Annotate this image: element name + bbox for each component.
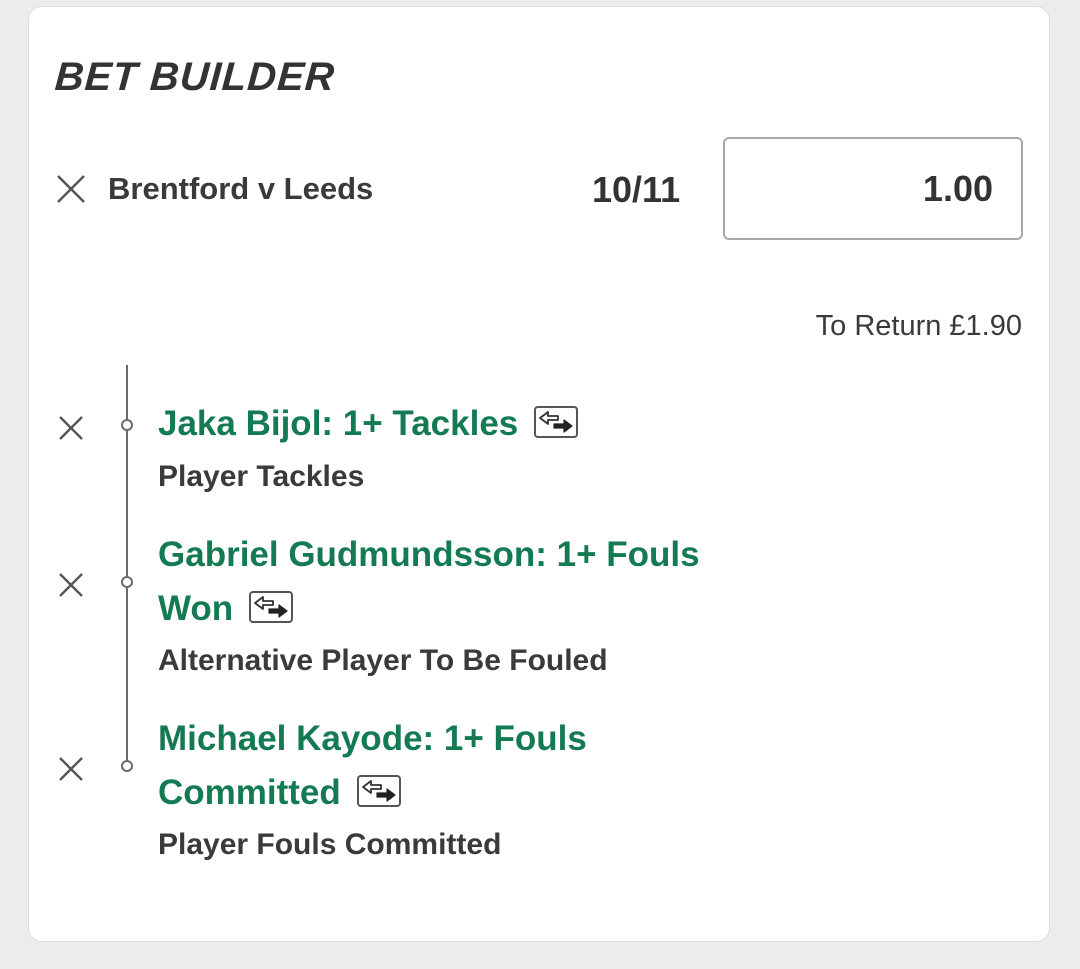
selection-title: Michael Kayode: 1+ Fouls Committed <box>158 712 758 820</box>
remove-match-close-icon[interactable] <box>55 173 87 205</box>
page-title: BET BUILDER <box>53 55 337 99</box>
swap-icon[interactable] <box>249 590 294 623</box>
remove-selection-close-icon[interactable] <box>57 414 85 442</box>
odds-value: 10/11 <box>592 169 681 210</box>
selection-title-text: Jaka Bijol: 1+ Tackles <box>158 404 519 443</box>
timeline-node <box>121 576 133 588</box>
remove-selection-close-icon[interactable] <box>57 571 85 599</box>
timeline-node <box>121 760 133 772</box>
selection-title: Gabriel Gudmundsson: 1+ Fouls Won <box>158 528 758 636</box>
remove-selection-close-icon[interactable] <box>57 755 85 783</box>
selection-market: Player Tackles <box>158 460 365 493</box>
swap-icon[interactable] <box>534 405 579 438</box>
stake-input[interactable] <box>723 137 1023 240</box>
bet-builder-card: BET BUILDER Brentford v Leeds 10/11 To R… <box>28 6 1050 942</box>
selection-market: Player Fouls Committed <box>158 828 502 861</box>
timeline-node <box>121 419 133 431</box>
selection-title: Jaka Bijol: 1+ Tackles <box>158 397 758 451</box>
swap-icon[interactable] <box>356 774 401 807</box>
to-return-text: To Return £1.90 <box>815 310 1022 342</box>
match-name: Brentford v Leeds <box>108 171 374 206</box>
selection-market: Alternative Player To Be Fouled <box>158 644 608 677</box>
selection-title-text: Gabriel Gudmundsson: 1+ Fouls Won <box>158 535 700 628</box>
